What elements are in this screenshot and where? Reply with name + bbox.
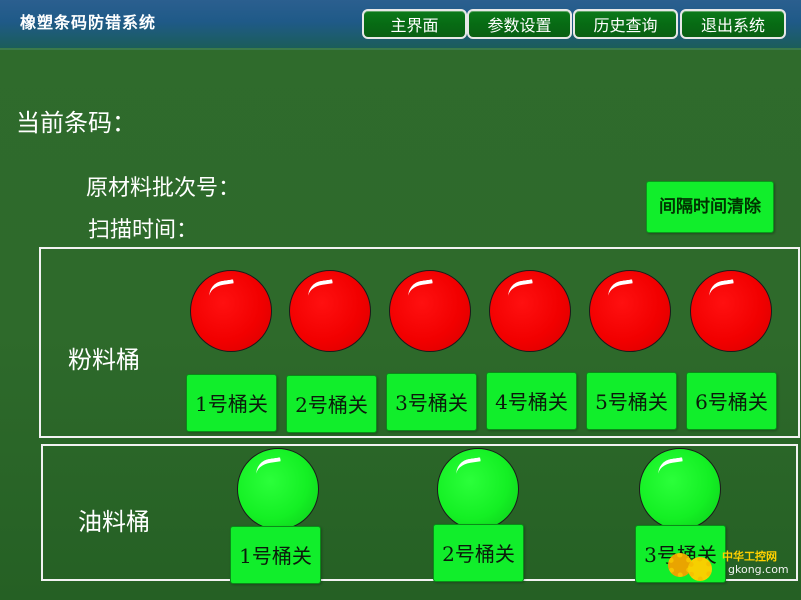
powder-bin-3-lamp (389, 270, 471, 352)
oil-bin-1-close-button[interactable]: 1号桶关 (230, 526, 321, 584)
powder-bin-4-close-button[interactable]: 4号桶关 (486, 372, 577, 430)
nav-parameters-button[interactable]: 参数设置 (467, 9, 572, 39)
powder-bin-2-close-button[interactable]: 2号桶关 (286, 375, 377, 433)
title-bar: 橡塑条码防错系统 主界面 参数设置 历史查询 退出系统 (0, 0, 801, 50)
powder-bin-1-lamp (190, 270, 272, 352)
oil-bin-3-lamp (639, 448, 721, 530)
powder-bin-4-lamp (489, 270, 571, 352)
oil-bin-2-close-button[interactable]: 2号桶关 (433, 524, 524, 582)
nav-main-button[interactable]: 主界面 (362, 9, 467, 39)
powder-bin-2-lamp (289, 270, 371, 352)
oil-bin-label: 油料桶 (78, 508, 150, 536)
powder-bin-label: 粉料桶 (68, 346, 140, 374)
powder-bin-1-close-button[interactable]: 1号桶关 (186, 374, 277, 432)
powder-bin-5-close-button[interactable]: 5号桶关 (586, 372, 677, 430)
powder-bin-5-lamp (589, 270, 671, 352)
batch-number-label: 原材料批次号： (86, 176, 241, 201)
nav-exit-button[interactable]: 退出系统 (680, 9, 786, 39)
current-barcode-label: 当前条码： (16, 109, 136, 137)
app-title: 橡塑条码防错系统 (20, 13, 157, 32)
nav-history-button[interactable]: 历史查询 (573, 9, 678, 39)
oil-bin-3-close-button[interactable]: 3号桶关 (635, 525, 726, 583)
oil-bin-1-lamp (237, 448, 319, 530)
powder-bin-6-lamp (690, 270, 772, 352)
powder-bin-6-close-button[interactable]: 6号桶关 (686, 372, 777, 430)
powder-bin-3-close-button[interactable]: 3号桶关 (386, 373, 477, 431)
clear-interval-button[interactable]: 间隔时间清除 (646, 181, 774, 233)
scan-time-label: 扫描时间： (88, 218, 199, 243)
oil-bin-2-lamp (437, 448, 519, 530)
